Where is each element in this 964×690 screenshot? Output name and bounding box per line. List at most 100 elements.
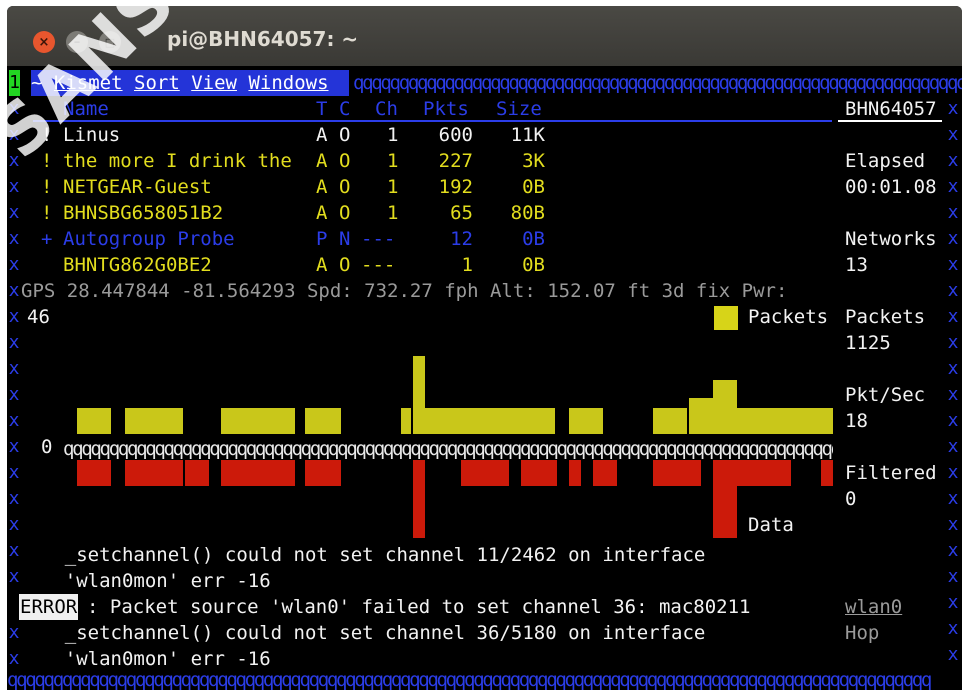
data-bar (77, 460, 111, 486)
network-type: A (316, 150, 328, 172)
header-underline (33, 120, 832, 122)
packets-bar (569, 408, 603, 434)
data-bar (305, 460, 341, 486)
menu-tilde[interactable]: ~ (31, 72, 42, 94)
maximize-icon[interactable]: □ (99, 31, 121, 53)
border-x: x (947, 228, 959, 249)
col-type-header[interactable]: T (316, 96, 327, 122)
source-name[interactable]: wlan0 (845, 594, 902, 620)
border-x: x (8, 254, 20, 275)
data-bar (521, 460, 557, 486)
border-x: x (8, 566, 20, 587)
graph-axis: qqqqqqqqqqqqqqqqqqqqqqqqqqqqqqqqqqqqqqqq… (63, 438, 833, 460)
packets-legend-label: Packets (748, 306, 829, 328)
border-x: x (8, 150, 20, 171)
network-flag: + (41, 228, 53, 250)
network-name: Linus (63, 124, 121, 146)
border-x: x (947, 384, 959, 405)
pktsec-value: 18 (845, 410, 868, 432)
log-line-2: 'wlan0mon' err -16 (19, 570, 271, 592)
title-bar[interactable]: × – □ pi@BHN64057: ~ (7, 6, 962, 67)
border-x: x (8, 280, 20, 301)
data-legend-label: Data (748, 514, 794, 536)
border-x: x (947, 176, 959, 197)
packets-bar (305, 408, 341, 434)
border-x: x (8, 176, 20, 197)
network-name: the more I drink the (63, 150, 292, 172)
network-size: 80B (510, 202, 545, 224)
network-channel: --- (361, 254, 396, 276)
elapsed-label: Elapsed (845, 150, 926, 172)
border-x: x (947, 332, 959, 353)
border-x: x (8, 332, 20, 353)
border-x: x (8, 622, 20, 643)
menu-view[interactable]: View (191, 72, 237, 94)
bottom-border: qqqqqqqqqqqqqqqqqqqqqqqqqqqqqqqqqqqqqqqq… (7, 670, 932, 690)
packets-bar (125, 408, 183, 434)
packets-bar (713, 380, 737, 434)
border-x: x (8, 540, 20, 561)
border-x: x (8, 384, 20, 405)
col-name-header[interactable]: Name (63, 96, 109, 122)
packets-bar (401, 408, 411, 434)
border-x: x (947, 254, 959, 275)
network-channel: 1 (387, 202, 399, 224)
border-x: x (8, 98, 20, 119)
menu-sort[interactable]: Sort (134, 72, 180, 94)
data-bar (713, 460, 737, 538)
menu-windows[interactable]: Windows (248, 72, 328, 94)
border-x: x (8, 202, 20, 223)
network-size: 11K (510, 124, 545, 146)
network-channel: 1 (387, 150, 399, 172)
network-channel: 1 (387, 176, 399, 198)
network-flag: ! (41, 150, 53, 172)
pktsec-label: Pkt/Sec (845, 384, 926, 406)
kismet-menu-bar[interactable]: ~ Kismet Sort View Windows (31, 70, 349, 96)
packets-bar (77, 408, 111, 434)
col-packets-header[interactable]: Pkts (423, 96, 469, 122)
data-bar (569, 460, 581, 486)
border-x: x (947, 436, 959, 457)
data-bar (221, 460, 295, 486)
network-size: 0B (522, 176, 545, 198)
window-title: pi@BHN64057: ~ (167, 27, 359, 51)
network-flag: ! (41, 202, 53, 224)
close-icon[interactable]: × (33, 31, 55, 53)
filtered-value: 0 (845, 488, 857, 510)
terminal-screen[interactable]: 1 ~ Kismet Sort View Windows qqqqqqqqqqq… (7, 66, 962, 690)
border-x: x (947, 462, 959, 483)
border-x: x (947, 280, 959, 301)
data-bar (125, 460, 183, 486)
network-name: Autogroup Probe (63, 228, 235, 250)
graph-zero-label: 0 (41, 436, 53, 458)
network-crypt: O (339, 176, 351, 198)
network-size: 0B (522, 228, 545, 250)
top-border: qqqqqqqqqqqqqqqqqqqqqqqqqqqqqqqqqqqqqqqq… (353, 72, 962, 94)
border-x: x (8, 648, 20, 669)
packets-value: 1125 (845, 332, 891, 354)
border-x: x (947, 124, 959, 145)
col-crypt-header[interactable]: C (339, 96, 350, 122)
network-type: A (316, 202, 328, 224)
minimize-icon[interactable]: – (66, 31, 88, 53)
network-channel: 1 (387, 124, 399, 146)
network-size: 0B (522, 254, 545, 276)
col-channel-header[interactable]: Ch (375, 96, 398, 122)
border-x: x (947, 618, 959, 639)
networks-value: 13 (845, 254, 868, 276)
network-crypt: O (339, 124, 351, 146)
border-x: x (947, 514, 959, 535)
data-bar (461, 460, 509, 486)
col-size-header[interactable]: Size (496, 96, 542, 122)
data-bar (185, 460, 209, 486)
border-x: x (8, 124, 20, 145)
menu-kismet[interactable]: Kismet (54, 72, 123, 94)
border-x: x (947, 98, 959, 119)
border-x: x (8, 228, 20, 249)
error-tag: ERROR (19, 594, 79, 620)
border-x: x (947, 488, 959, 509)
border-x: x (8, 514, 20, 535)
packets-bar (821, 408, 833, 434)
network-channel: --- (361, 228, 396, 250)
network-crypt: O (339, 202, 351, 224)
